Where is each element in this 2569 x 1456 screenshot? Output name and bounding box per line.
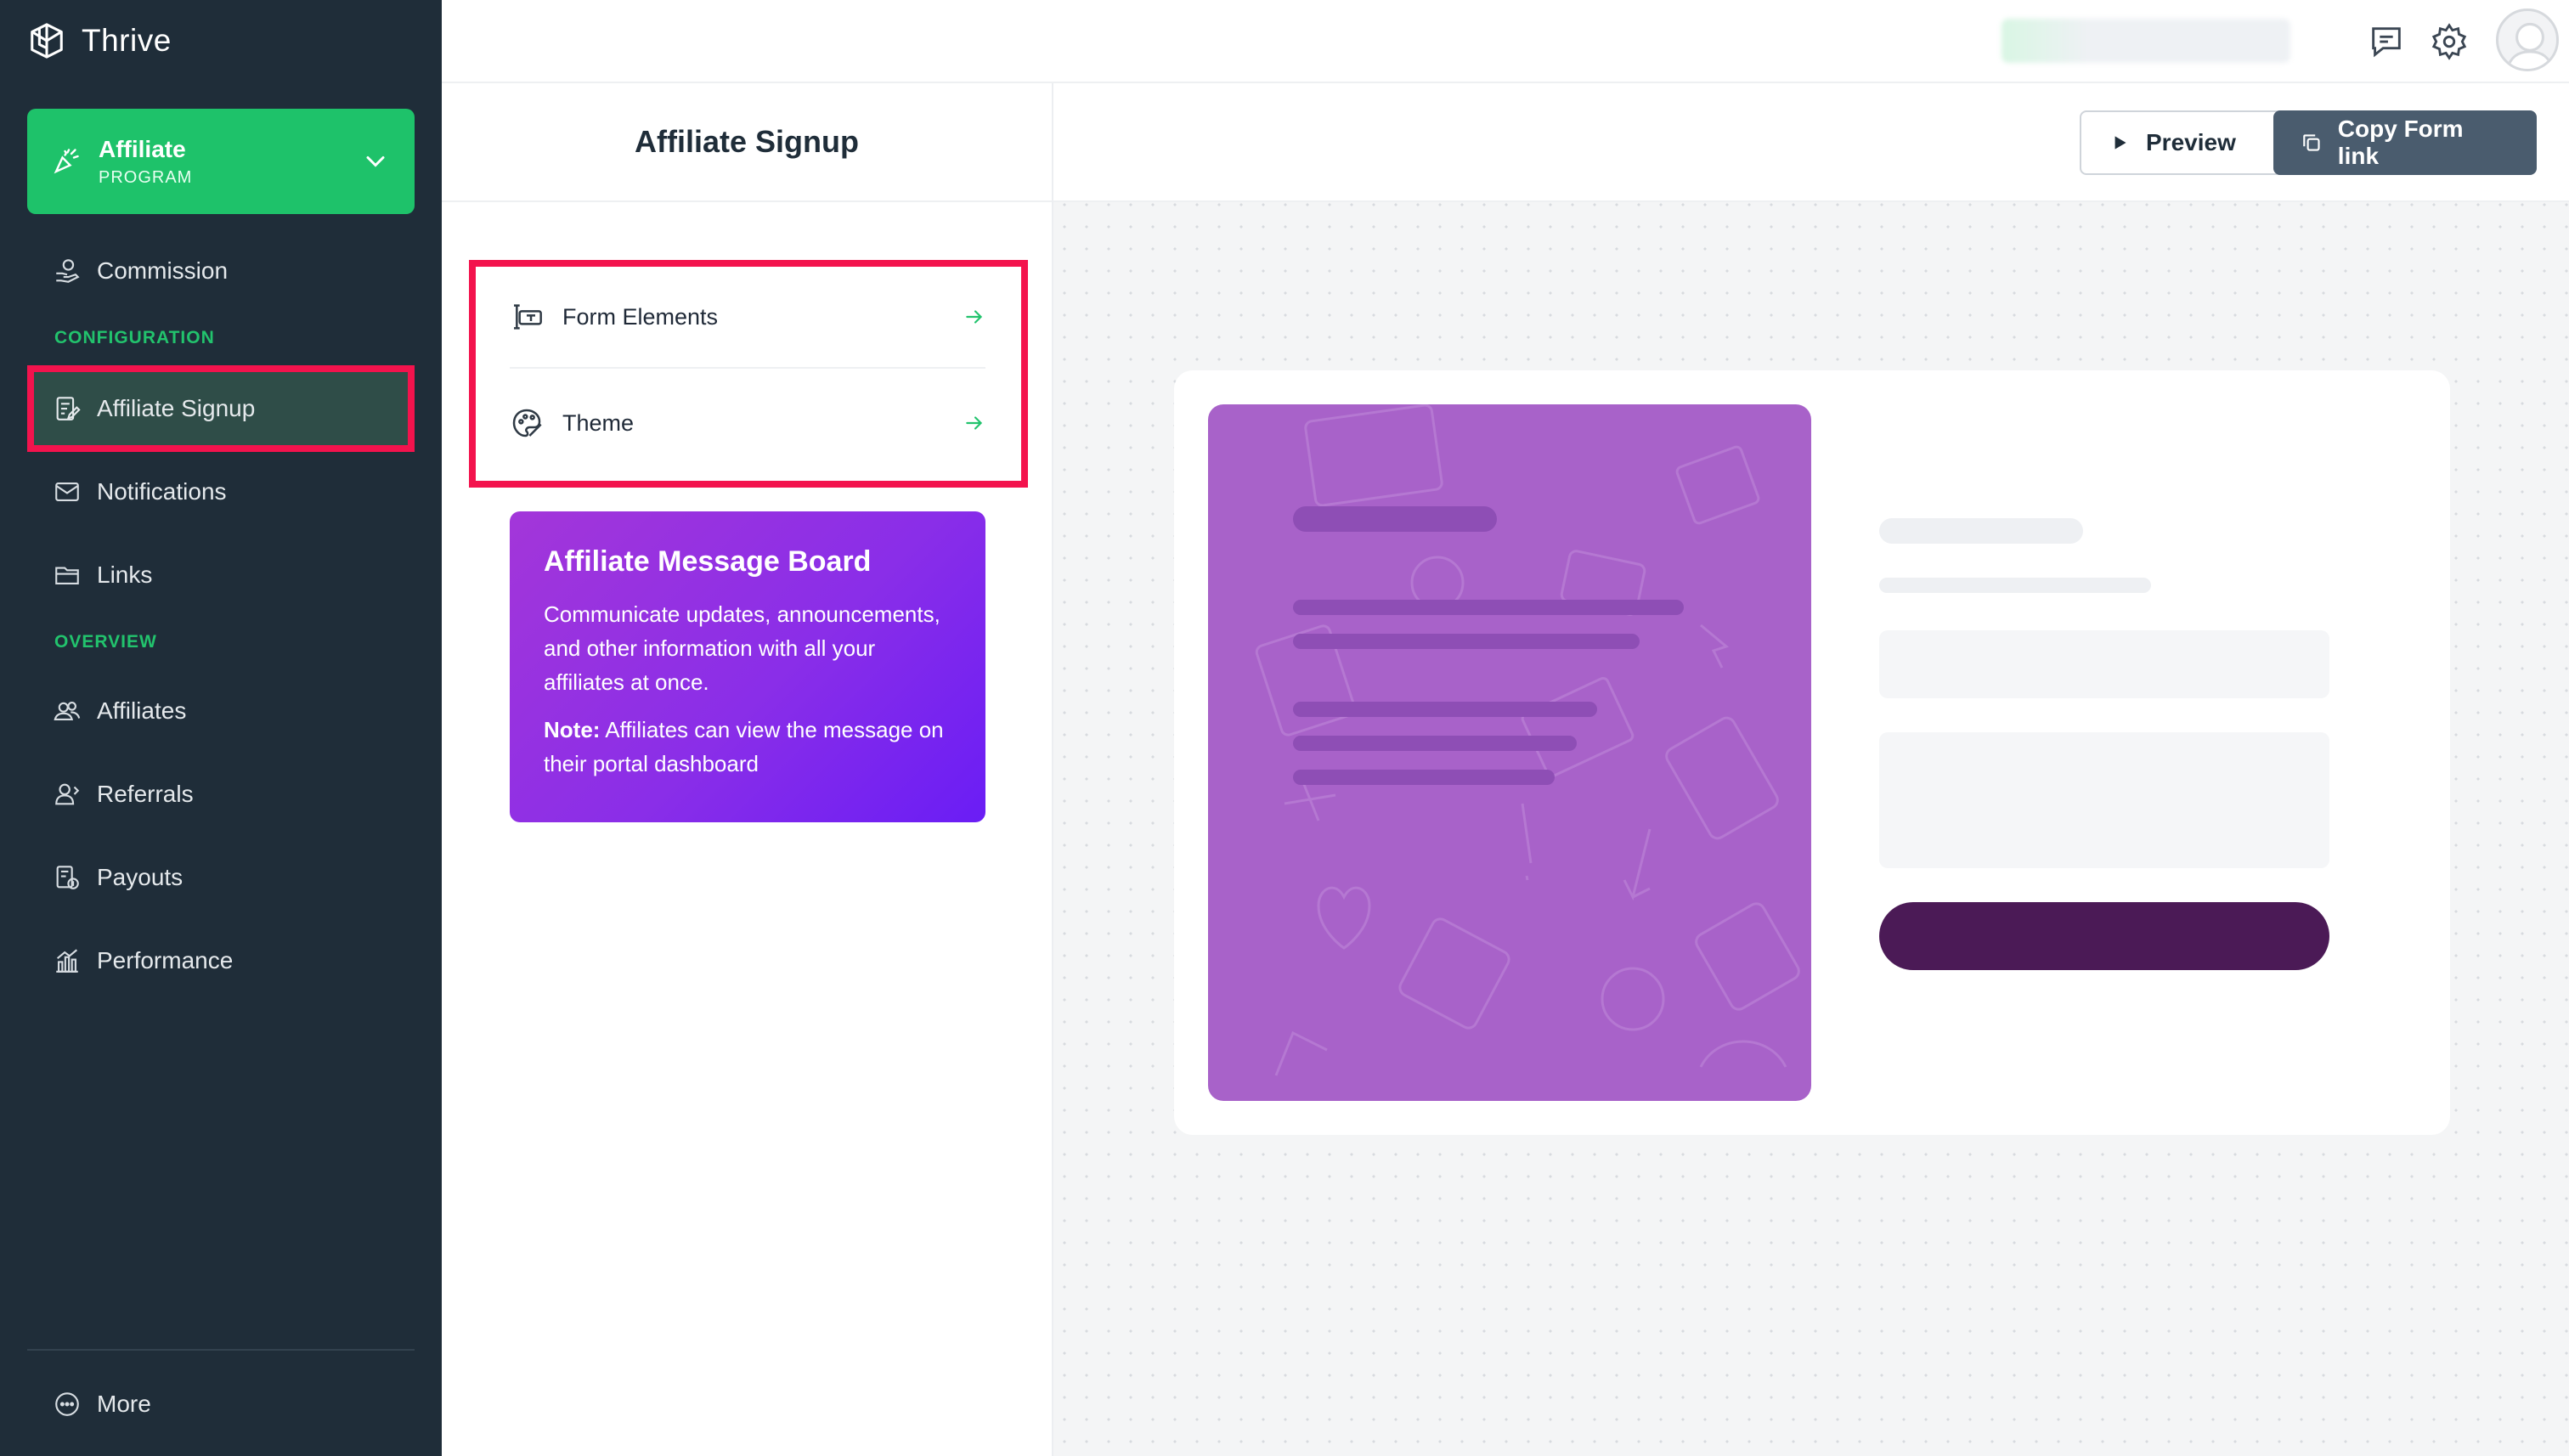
panel-header: Affiliate Signup [442,83,1052,202]
note-text: Affiliates can view the message on their… [544,717,944,776]
top-header [442,0,2569,83]
placeholder-line [1293,600,1684,615]
signup-form-preview [1174,370,2450,1135]
sidebar-item-payouts[interactable]: Payouts [34,841,408,914]
brand[interactable]: Thrive [27,17,172,65]
placeholder-textarea [1879,732,2329,868]
play-icon [2114,136,2126,150]
sidebar-item-label: Notifications [97,478,227,505]
sidebar-item-commission[interactable]: Commission [34,234,408,308]
message-board-body: Communicate updates, announcements, and … [544,601,940,695]
page-title: Affiliate Signup [635,124,859,159]
thrive-logo-icon [31,23,63,59]
settings-menu: Form Elements Theme [469,260,1028,488]
sidebar-item-links[interactable]: Links [34,539,408,612]
placeholder-line [1293,770,1555,785]
placeholder-submit-button [1879,902,2329,970]
placeholder-line [1293,702,1597,717]
program-subtitle: PROGRAM [99,167,193,187]
program-switcher[interactable]: Affiliate PROGRAM [27,109,415,214]
sidebar: Thrive Affiliate PROGRAM Commission CONF… [0,0,442,1456]
folder-icon [55,567,79,584]
avatar[interactable] [2496,8,2559,71]
sidebar-item-affiliate-signup[interactable]: Affiliate Signup [27,365,415,452]
user-avatar-icon [2505,22,2555,69]
placeholder-line [1293,634,1640,649]
menu-item-form-elements[interactable]: Form Elements [510,267,985,369]
placeholder-input [1879,630,2329,698]
chevron-down-icon[interactable] [360,146,391,177]
sidebar-item-label: More [97,1391,151,1417]
menu-item-label: Theme [562,409,635,436]
payouts-icon [56,866,79,889]
sidebar-item-affiliates[interactable]: Affiliates [34,674,408,748]
arrow-right-icon [966,416,983,430]
placeholder-line [1293,736,1577,751]
form-edit-icon [56,397,81,420]
sidebar-divider [27,1349,415,1351]
party-popper-icon [54,149,79,174]
referrals-icon [55,783,80,805]
brand-name: Thrive [82,23,172,58]
form-banner-image [1208,404,1811,1101]
gear-icon[interactable] [2430,22,2469,61]
sidebar-item-label: Referrals [97,781,194,807]
placeholder-heading [1879,518,2083,544]
canvas-toolbar: Preview Copy Form link [1053,83,2569,202]
account-switcher[interactable] [2002,19,2290,63]
affiliate-message-board-card[interactable]: Affiliate Message Board Communicate upda… [510,511,985,822]
placeholder-title [1293,506,1497,532]
note-label: Note: [544,717,601,742]
message-board-note: Note: Affiliates can view the message on… [544,713,951,781]
sidebar-item-label: Performance [97,947,234,973]
copy-form-link-button[interactable]: Copy Form link [2273,110,2537,175]
arrow-right-icon [966,310,983,324]
sidebar-item-more[interactable]: More [34,1368,408,1441]
sidebar-item-label: Affiliates [97,697,187,724]
sidebar-item-notifications[interactable]: Notifications [34,455,408,528]
section-label-configuration: CONFIGURATION [54,328,215,347]
sidebar-item-label: Links [97,562,153,588]
commission-icon [56,259,80,283]
sidebar-item-referrals[interactable]: Referrals [34,758,408,831]
copy-icon [2303,134,2320,151]
users-icon [54,702,81,720]
message-board-title: Affiliate Message Board [544,545,872,578]
more-icon [55,1392,79,1416]
sidebar-item-performance[interactable]: Performance [34,924,408,997]
sidebar-item-label: Commission [97,257,229,284]
envelope-icon [55,483,79,501]
menu-item-theme[interactable]: Theme [510,372,985,474]
chat-icon[interactable] [2367,22,2406,61]
settings-panel: Affiliate Signup Form Elements Theme Aff… [442,83,1053,1456]
section-label-overview: OVERVIEW [54,632,157,652]
menu-item-label: Form Elements [562,303,719,330]
palette-icon [512,409,542,437]
preview-button[interactable]: Preview [2080,110,2302,175]
sidebar-item-label: Affiliate Signup [97,395,256,421]
form-elements-icon [514,304,542,330]
chart-icon [56,949,78,973]
program-title: Affiliate [99,135,186,162]
placeholder-subheading [1879,578,2151,593]
preview-button-label: Preview [2146,129,2236,155]
sidebar-item-label: Payouts [97,864,184,890]
copy-form-link-label: Copy Form link [2337,116,2464,169]
